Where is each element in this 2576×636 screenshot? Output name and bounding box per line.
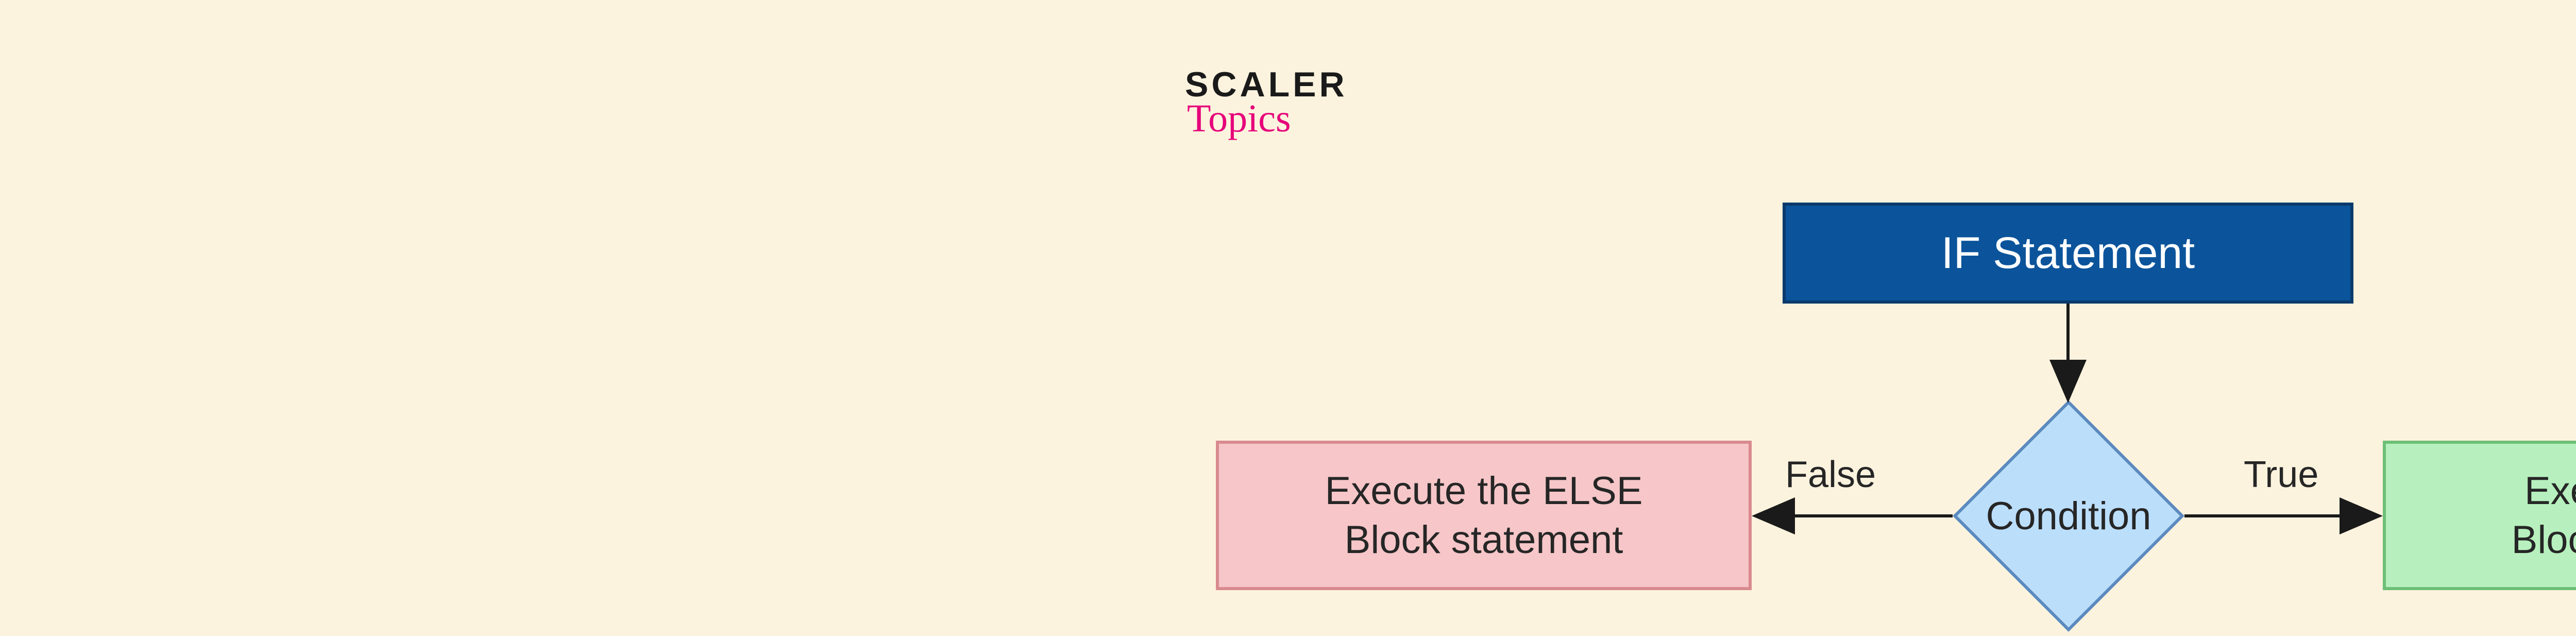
if-block-label: Execute the IF Block statement [2512, 466, 2576, 564]
process-node-else-block: Execute the ELSE Block statement [1216, 441, 1752, 590]
brand-logo: SCALER Topics [1185, 67, 1348, 138]
else-block-label: Execute the ELSE Block statement [1325, 466, 1643, 564]
start-node-if-statement: IF Statement [1783, 203, 2353, 304]
start-node-label: IF Statement [1941, 228, 2195, 279]
edge-label-true: True [2244, 454, 2318, 496]
decision-node-condition: Condition [1953, 400, 2184, 632]
decision-node-label: Condition [1953, 400, 2184, 632]
brand-logo-line2: Topics [1187, 99, 1348, 138]
process-node-if-block: Execute the IF Block statement [2383, 441, 2576, 590]
diagram-canvas: SCALER Topics IF Statement Condition Exe… [0, 0, 2576, 636]
edge-label-false: False [1785, 454, 1876, 496]
